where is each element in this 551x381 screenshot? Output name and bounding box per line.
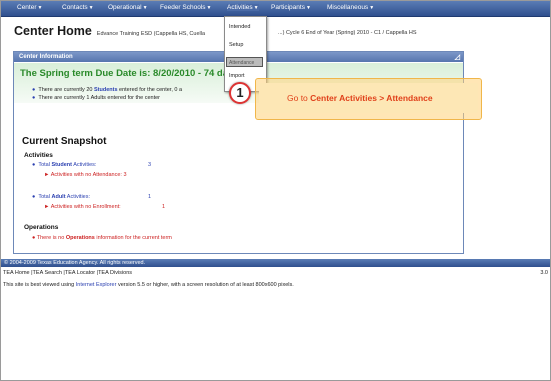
copyright-bar: © 2004-2009 Texas Education Agency. All … [1, 259, 550, 267]
nav-label: Contacts [62, 4, 88, 11]
label-part: Total [38, 162, 50, 168]
menu-item-import[interactable]: Import [229, 73, 245, 79]
page-subtitle: Edvance Training ESD (Cappella HS, Cuell… [96, 31, 206, 37]
chevron-down-icon: ▼ [142, 5, 148, 11]
nav-menu-miscellaneous[interactable]: Miscellaneous▼ [327, 4, 374, 11]
nav-label: Participants [271, 4, 305, 11]
total-adult-value: 1 [148, 194, 152, 200]
label-part: Activities: [73, 162, 97, 168]
callout-text: Go to Center Activities > Attendance [287, 93, 433, 103]
browser-note: This site is best viewed using Internet … [3, 282, 294, 288]
chevron-down-icon: ▼ [37, 5, 43, 11]
no-attendance-label: Activities with no Attendance: [50, 172, 122, 178]
chevron-down-icon: ▼ [305, 5, 311, 11]
menu-item-intended[interactable]: Intended [229, 24, 250, 30]
bullet-icon: ● [32, 87, 36, 93]
no-attendance-value: 3 [123, 172, 127, 178]
bullet-icon: ● [32, 235, 36, 241]
operations-word: Operations [65, 235, 95, 241]
arrow-bullet-icon: ► [44, 204, 50, 210]
operations-row: ● There is no Operations information for… [32, 235, 172, 241]
bullet-icon: ● [32, 95, 36, 101]
chevron-down-icon: ▼ [88, 5, 94, 11]
due-date-text: The Spring term Due Date is: 8/20/2010 -… [20, 68, 239, 79]
operations-heading: Operations [24, 224, 59, 231]
nav-label: Center [17, 4, 37, 11]
version-label: 3.0 [540, 270, 548, 276]
browser-note-prefix: This site is best viewed using [3, 282, 75, 288]
operations-prefix: There is no [36, 235, 65, 241]
no-enrollment-value: 1 [162, 204, 166, 210]
chevron-down-icon: ▼ [369, 5, 375, 11]
bullet-icon: ● [32, 162, 36, 168]
students-link[interactable]: Students [94, 87, 118, 93]
internet-explorer-link[interactable]: Internet Explorer [76, 282, 117, 288]
page-title-row: Center Home Edvance Training ESD (Cappell… [14, 24, 205, 38]
footer-links[interactable]: TEA Home |TEA Search |TEA Locator |TEA D… [3, 270, 132, 276]
adults-text: There are currently 1 Adults entered for… [38, 95, 161, 101]
nav-menu-contacts[interactable]: Contacts▼ [62, 4, 94, 11]
callout-text-prefix: Go to [287, 93, 308, 103]
nav-menu-operational[interactable]: Operational▼ [108, 4, 148, 11]
nav-menu-center[interactable]: Center▼ [17, 4, 42, 11]
total-adult-activities-row[interactable]: ● Total Adult Activities: 1 [32, 194, 192, 200]
adults-info-line: ● There are currently 1 Adults entered fo… [32, 95, 160, 101]
page-subtitle-continued: ...) Cycle 6 End of Year (Spring) 2010 -… [278, 30, 417, 36]
total-student-activities-row[interactable]: ● Total Student Activities: 3 [32, 162, 192, 168]
label-part: Total [38, 194, 50, 200]
page-title: Center Home [14, 24, 92, 38]
nav-menu-activities[interactable]: Activities▼ [227, 4, 259, 11]
operations-suffix: information for the current term [96, 235, 172, 241]
arrow-bullet-icon: ► [44, 172, 50, 178]
top-navigation-bar: Center▼ Contacts▼ Operational▼ Feeder Sc… [1, 1, 550, 17]
no-enrollment-row[interactable]: ► Activities with no Enrollment: 1 [44, 204, 194, 210]
chevron-down-icon: ▼ [253, 5, 259, 11]
nav-label: Operational [108, 4, 142, 11]
tutorial-callout: Go to Center Activities > Attendance [255, 78, 482, 120]
chevron-down-icon: ▼ [206, 5, 212, 11]
label-part: Adult [51, 194, 66, 200]
label-part: Activities: [66, 194, 91, 200]
snapshot-title: Current Snapshot [22, 136, 107, 147]
nav-label: Feeder Schools [160, 4, 206, 11]
panel-title: Center Information [19, 54, 73, 60]
no-enrollment-label: Activities with no Enrollment: [50, 204, 121, 210]
nav-label: Miscellaneous [327, 4, 369, 11]
students-prefix: There are currently 20 [38, 87, 93, 93]
menu-item-setup[interactable]: Setup [229, 42, 243, 48]
students-info-line: ● There are currently 20 Students entered… [32, 87, 182, 93]
label-part: Student [51, 162, 72, 168]
resize-icon: ◿ [454, 54, 460, 61]
no-attendance-row[interactable]: ► Activities with no Attendance: 3 [44, 172, 194, 178]
step-number-badge: 1 [229, 82, 251, 104]
total-student-value: 3 [148, 162, 152, 168]
students-suffix: entered for the center, 0 a [119, 87, 183, 93]
bullet-icon: ● [32, 194, 36, 200]
menu-item-attendance[interactable]: Attendance [226, 57, 263, 67]
browser-note-suffix: version 5.5 or higher, with a screen res… [117, 282, 294, 288]
nav-label: Activities [227, 4, 253, 11]
nav-menu-feeder-schools[interactable]: Feeder Schools▼ [160, 4, 211, 11]
nav-menu-participants[interactable]: Participants▼ [271, 4, 311, 11]
activities-heading: Activities [24, 152, 53, 159]
callout-text-bold: Center Activities > Attendance [310, 93, 433, 103]
